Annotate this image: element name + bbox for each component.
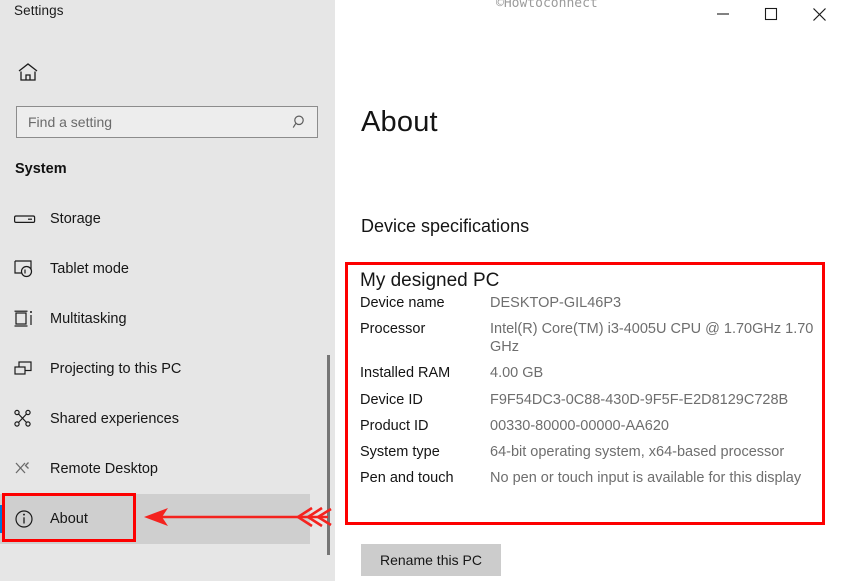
sidebar-item-label: Tablet mode	[50, 261, 129, 277]
spec-value: F9F54DC3-0C88-430D-9F5F-E2D8129C728B	[490, 391, 788, 409]
sidebar-item-projecting-to-this-pc[interactable]: Projecting to this PC	[0, 344, 335, 394]
home-icon[interactable]	[14, 58, 42, 86]
spec-key: Product ID	[360, 417, 490, 435]
storage-icon	[14, 207, 40, 231]
spec-row: Installed RAM 4.00 GB	[360, 364, 818, 382]
spec-value: 00330-80000-00000-AA620	[490, 417, 669, 435]
spec-key: Pen and touch	[360, 469, 490, 487]
spec-value: No pen or touch input is available for t…	[490, 469, 801, 487]
sidebar-item-tablet-mode[interactable]: Tablet mode	[0, 244, 335, 294]
spec-row: Pen and touch No pen or touch input is a…	[360, 469, 818, 487]
info-icon	[14, 507, 40, 531]
spec-key: Device ID	[360, 391, 490, 409]
shared-experiences-icon	[14, 407, 40, 431]
rename-this-pc-button[interactable]: Rename this PC	[361, 544, 501, 576]
sidebar-item-label: Multitasking	[50, 311, 127, 327]
sidebar-item-label: Shared experiences	[50, 411, 179, 427]
window-controls	[699, 0, 843, 28]
app-title: Settings	[14, 3, 64, 18]
section-title: Device specifications	[361, 216, 529, 237]
tablet-mode-icon	[14, 257, 40, 281]
spec-value: DESKTOP-GIL46P3	[490, 294, 621, 312]
device-specifications-panel: My designed PC Device name DESKTOP-GIL46…	[345, 262, 825, 525]
spec-row: Device ID F9F54DC3-0C88-430D-9F5F-E2D812…	[360, 391, 818, 409]
sidebar-scrollbar-thumb[interactable]	[327, 355, 330, 555]
spec-key: Device name	[360, 294, 490, 312]
sidebar-item-label: Storage	[50, 211, 101, 227]
spec-value: Intel(R) Core(TM) i3-4005U CPU @ 1.70GHz…	[490, 320, 818, 356]
spec-key: System type	[360, 443, 490, 461]
sidebar-item-multitasking[interactable]: Multitasking	[0, 294, 335, 344]
sidebar-item-about[interactable]: About	[0, 494, 310, 544]
projecting-icon	[14, 357, 40, 381]
sidebar-nav-list: Storage Tablet mode	[0, 194, 335, 544]
section-header: System	[15, 161, 67, 177]
search-icon[interactable]	[291, 113, 309, 131]
spec-key: Processor	[360, 320, 490, 356]
sidebar-item-label: About	[50, 511, 88, 527]
spec-row: Device name DESKTOP-GIL46P3	[360, 294, 818, 312]
spec-value: 64-bit operating system, x64-based proce…	[490, 443, 784, 461]
sidebar-item-remote-desktop[interactable]: Remote Desktop	[0, 444, 335, 494]
pc-name: My designed PC	[360, 270, 818, 292]
maximize-icon[interactable]	[747, 0, 795, 28]
spec-row: Processor Intel(R) Core(TM) i3-4005U CPU…	[360, 320, 818, 356]
search-box[interactable]	[16, 106, 318, 138]
page-title: About	[361, 106, 438, 139]
watermark: ©Howtoconnect	[496, 0, 598, 11]
spec-value: 4.00 GB	[490, 364, 543, 382]
close-icon[interactable]	[795, 0, 843, 28]
multitasking-icon	[14, 307, 40, 331]
minimize-icon[interactable]	[699, 0, 747, 28]
spec-key: Installed RAM	[360, 364, 490, 382]
sidebar-item-storage[interactable]: Storage	[0, 194, 335, 244]
spec-row: Product ID 00330-80000-00000-AA620	[360, 417, 818, 435]
remote-desktop-icon	[14, 457, 40, 481]
main-content: ©Howtoconnect About Device specification…	[335, 0, 843, 581]
spec-row: System type 64-bit operating system, x64…	[360, 443, 818, 461]
sidebar-item-label: Projecting to this PC	[50, 361, 181, 377]
sidebar-item-label: Remote Desktop	[50, 461, 158, 477]
search-input[interactable]	[28, 114, 278, 130]
sidebar-item-shared-experiences[interactable]: Shared experiences	[0, 394, 335, 444]
settings-sidebar: Settings System Storage	[0, 0, 335, 581]
